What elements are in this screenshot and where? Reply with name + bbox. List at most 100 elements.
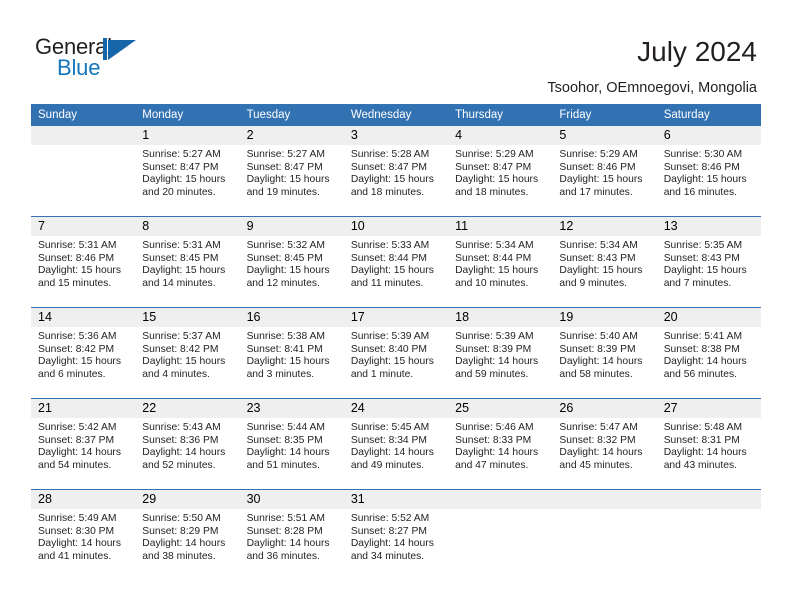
sunrise-text: Sunrise: 5:31 AM [38, 240, 117, 251]
daylight-text: and 4 minutes. [142, 368, 210, 380]
calendar-day-cell[interactable]: 28 Sunrise: 5:49 AM Sunset: 8:30 PM Dayligh… [31, 489, 136, 580]
daylight-text: Daylight: 14 hours [142, 447, 226, 459]
day-details: Sunrise: 5:39 AM Sunset: 8:39 PM Daylight:… [448, 327, 552, 381]
calendar-day-cell[interactable]: 18 Sunrise: 5:39 AM Sunset: 8:39 PM Dayligh… [448, 307, 553, 399]
calendar-day-cell[interactable]: 4 Sunrise: 5:29 AM Sunset: 8:47 PM Daylight… [448, 126, 553, 217]
calendar-day-cell[interactable]: 23 Sunrise: 5:44 AM Sunset: 8:35 PM Dayligh… [239, 398, 344, 490]
calendar-week-row: 14 Sunrise: 5:36 AM Sunset: 8:42 PM Dayligh… [31, 307, 761, 399]
day-details: Sunrise: 5:27 AM Sunset: 8:47 PM Daylight:… [135, 145, 239, 199]
day-details: Sunrise: 5:32 AM Sunset: 8:45 PM Daylight:… [240, 236, 344, 290]
daylight-text: and 59 minutes. [455, 368, 529, 380]
calendar-day-cell[interactable]: 5 Sunrise: 5:29 AM Sunset: 8:46 PM Daylight… [552, 126, 657, 217]
sunrise-text: Sunrise: 5:50 AM [142, 513, 221, 524]
sunset-text: Sunset: 8:43 PM [559, 252, 636, 264]
sunrise-text: Sunrise: 5:37 AM [142, 331, 221, 342]
calendar-header-row: Sunday Monday Tuesday Wednesday Thursday Frid… [31, 104, 761, 126]
daylight-text: Daylight: 15 hours [455, 174, 539, 186]
daylight-text: and 52 minutes. [142, 459, 216, 471]
daylight-text: Daylight: 14 hours [246, 447, 330, 459]
sunrise-text: Sunrise: 5:39 AM [455, 331, 534, 342]
calendar-day-cell[interactable]: 25 Sunrise: 5:46 AM Sunset: 8:33 PM Dayligh… [448, 398, 553, 490]
day-number: 19 [552, 308, 657, 327]
calendar-day-cell[interactable]: 7 Sunrise: 5:31 AM Sunset: 8:46 PM Daylight… [31, 216, 136, 308]
day-number: 21 [31, 399, 136, 418]
day-details: Sunrise: 5:49 AM Sunset: 8:30 PM Daylight:… [31, 509, 135, 563]
calendar-day-cell[interactable]: 11 Sunrise: 5:34 AM Sunset: 8:44 PM Dayligh… [448, 216, 553, 308]
sunset-text: Sunset: 8:36 PM [142, 434, 219, 446]
sunrise-text: Sunrise: 5:52 AM [350, 513, 430, 524]
weekday-header-saturday: Saturday [656, 104, 761, 126]
day-number: 3 [343, 126, 449, 145]
sunrise-text: Sunrise: 5:44 AM [246, 422, 325, 433]
calendar-day-cell[interactable]: 17 Sunrise: 5:39 AM Sunset: 8:40 PM Dayligh… [343, 307, 449, 399]
day-number: 10 [343, 217, 449, 236]
calendar-table: Sunday Monday Tuesday Wednesday Thursday Frid… [31, 104, 761, 580]
daylight-text: and 3 minutes. [246, 368, 315, 380]
calendar-day-cell[interactable]: 22 Sunrise: 5:43 AM Sunset: 8:36 PM Dayligh… [135, 398, 240, 490]
daylight-text: and 58 minutes. [559, 368, 633, 380]
day-details: Sunrise: 5:31 AM Sunset: 8:45 PM Daylight:… [135, 236, 239, 290]
calendar-day-cell[interactable]: 9 Sunrise: 5:32 AM Sunset: 8:45 PM Daylight… [239, 216, 344, 308]
calendar-day-cell[interactable]: 27 Sunrise: 5:48 AM Sunset: 8:31 PM Dayligh… [656, 398, 761, 490]
daylight-text: and 51 minutes. [246, 459, 320, 471]
sunrise-text: Sunrise: 5:32 AM [246, 240, 325, 251]
day-details: Sunrise: 5:28 AM Sunset: 8:47 PM Daylight:… [344, 145, 448, 199]
calendar-day-cell[interactable]: 26 Sunrise: 5:47 AM Sunset: 8:32 PM Dayligh… [552, 398, 657, 490]
day-number: 13 [656, 217, 761, 236]
day-number: 22 [135, 399, 240, 418]
day-number [656, 490, 761, 509]
sunset-text: Sunset: 8:32 PM [559, 434, 636, 446]
calendar-week-row: 21 Sunrise: 5:42 AM Sunset: 8:37 PM Dayligh… [31, 398, 761, 490]
calendar-day-cell[interactable]: 19 Sunrise: 5:40 AM Sunset: 8:39 PM Dayligh… [552, 307, 657, 399]
calendar-day-cell[interactable]: 14 Sunrise: 5:36 AM Sunset: 8:42 PM Dayligh… [31, 307, 136, 399]
sunrise-text: Sunrise: 5:27 AM [246, 149, 325, 160]
weekday-header-thursday: Thursday [448, 104, 553, 126]
calendar-day-cell[interactable]: 6 Sunrise: 5:30 AM Sunset: 8:46 PM Daylight… [656, 126, 761, 217]
calendar-day-cell[interactable]: 21 Sunrise: 5:42 AM Sunset: 8:37 PM Dayligh… [31, 398, 136, 490]
sunrise-text: Sunrise: 5:48 AM [663, 422, 743, 433]
daylight-text: and 49 minutes. [350, 459, 425, 471]
day-details: Sunrise: 5:34 AM Sunset: 8:44 PM Daylight:… [448, 236, 552, 290]
calendar-day-cell[interactable]: 20 Sunrise: 5:41 AM Sunset: 8:38 PM Dayligh… [656, 307, 761, 399]
daylight-text: Daylight: 14 hours [38, 447, 121, 459]
daylight-text: Daylight: 14 hours [246, 538, 330, 550]
sunrise-text: Sunrise: 5:31 AM [142, 240, 221, 251]
calendar-day-cell[interactable]: 1 Sunrise: 5:27 AM Sunset: 8:47 PM Daylight… [135, 126, 240, 217]
calendar-page: General Blue July 2024 Tsoohor, OEmnoego… [0, 0, 792, 612]
calendar-day-cell[interactable]: 16 Sunrise: 5:38 AM Sunset: 8:41 PM Dayligh… [239, 307, 344, 399]
calendar-day-cell[interactable]: 31 Sunrise: 5:52 AM Sunset: 8:27 PM Dayligh… [343, 489, 449, 580]
calendar-day-cell[interactable]: 29 Sunrise: 5:50 AM Sunset: 8:29 PM Dayligh… [135, 489, 240, 580]
sunrise-text: Sunrise: 5:42 AM [38, 422, 117, 433]
day-number: 9 [239, 217, 344, 236]
daylight-text: Daylight: 15 hours [663, 265, 747, 277]
weekday-header-tuesday: Tuesday [239, 104, 344, 126]
day-number [552, 490, 657, 509]
daylight-text: Daylight: 14 hours [38, 538, 121, 550]
day-number: 17 [343, 308, 449, 327]
day-number: 14 [31, 308, 136, 327]
daylight-text: and 6 minutes. [38, 368, 106, 380]
calendar-day-cell[interactable]: 12 Sunrise: 5:34 AM Sunset: 8:43 PM Dayligh… [552, 216, 657, 308]
sunset-text: Sunset: 8:39 PM [455, 343, 532, 355]
sunset-text: Sunset: 8:47 PM [246, 161, 323, 173]
daylight-text: and 17 minutes. [559, 186, 633, 198]
daylight-text: Daylight: 15 hours [38, 356, 121, 368]
daylight-text: Daylight: 15 hours [246, 265, 330, 277]
sunset-text: Sunset: 8:37 PM [38, 434, 115, 446]
calendar-grid: Sunday Monday Tuesday Wednesday Thursday Frid… [31, 104, 761, 580]
calendar-day-cell[interactable]: 2 Sunrise: 5:27 AM Sunset: 8:47 PM Daylight… [239, 126, 344, 217]
daylight-text: Daylight: 14 hours [455, 447, 539, 459]
day-details: Sunrise: 5:42 AM Sunset: 8:37 PM Daylight:… [31, 418, 135, 472]
calendar-day-cell[interactable]: 3 Sunrise: 5:28 AM Sunset: 8:47 PM Daylight… [343, 126, 449, 217]
calendar-day-cell[interactable]: 13 Sunrise: 5:35 AM Sunset: 8:43 PM Dayligh… [656, 216, 761, 308]
calendar-day-cell[interactable]: 10 Sunrise: 5:33 AM Sunset: 8:44 PM Dayligh… [343, 216, 449, 308]
day-number: 1 [135, 126, 240, 145]
daylight-text: and 36 minutes. [246, 550, 320, 562]
calendar-day-cell[interactable]: 24 Sunrise: 5:45 AM Sunset: 8:34 PM Dayligh… [343, 398, 449, 490]
calendar-day-cell[interactable]: 8 Sunrise: 5:31 AM Sunset: 8:45 PM Daylight… [135, 216, 240, 308]
calendar-day-cell[interactable]: 15 Sunrise: 5:37 AM Sunset: 8:42 PM Dayligh… [135, 307, 240, 399]
daylight-text: and 41 minutes. [38, 550, 112, 562]
calendar-day-cell[interactable]: 30 Sunrise: 5:51 AM Sunset: 8:28 PM Dayligh… [239, 489, 344, 580]
daylight-text: and 12 minutes. [246, 277, 320, 289]
day-number: 20 [656, 308, 761, 327]
